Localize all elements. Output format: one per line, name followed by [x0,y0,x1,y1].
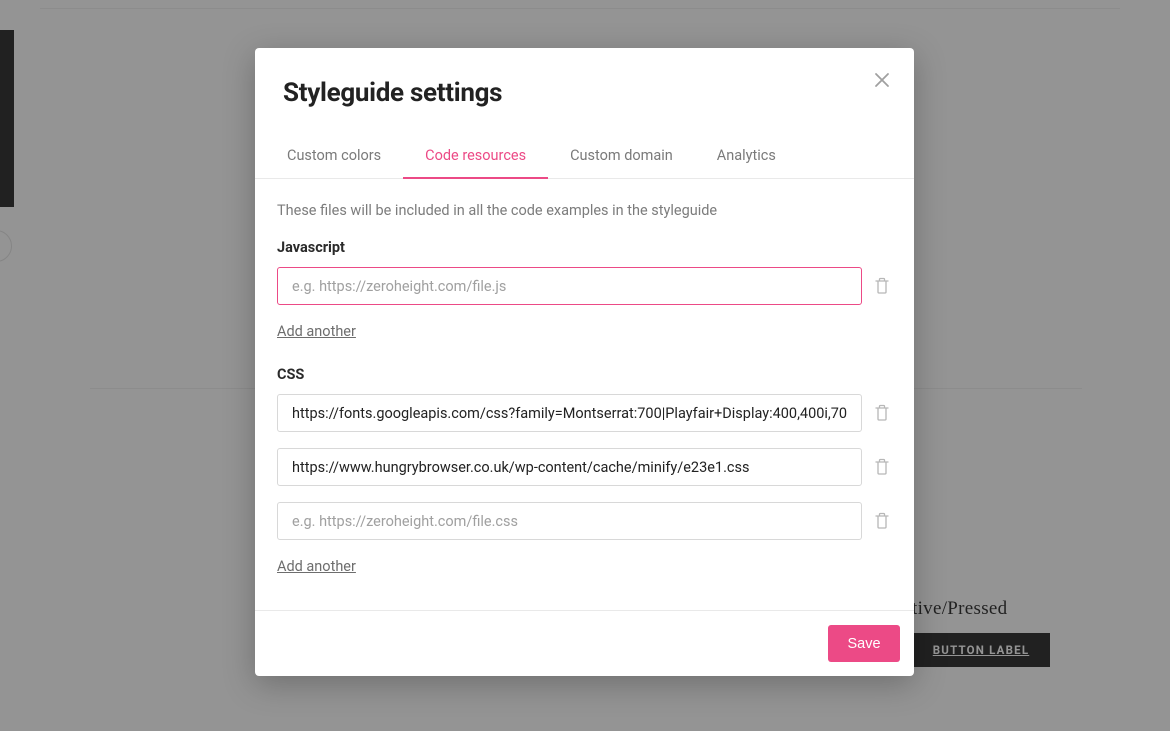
tab-custom-colors[interactable]: Custom colors [265,134,403,178]
css-url-input-2[interactable] [277,448,862,486]
js-url-input[interactable] [277,267,862,305]
modal-tabs: Custom colors Code resources Custom doma… [255,134,914,179]
close-button[interactable] [869,67,895,93]
modal-body: These files will be included in all the … [255,179,914,610]
trash-icon [874,512,890,530]
modal-header: Styleguide settings [255,48,914,112]
css-section-label: CSS [277,366,892,383]
tab-custom-domain[interactable]: Custom domain [548,134,695,178]
add-another-js[interactable]: Add another [277,323,356,340]
trash-icon [874,404,890,422]
css-url-input-1[interactable] [277,394,862,432]
css-field-row-1 [277,394,892,432]
trash-icon [874,277,890,295]
css-url-input-3[interactable] [277,502,862,540]
css-field-row-3 [277,502,892,540]
trash-icon [874,458,890,476]
modal-footer: Save [255,610,914,676]
javascript-section-label: Javascript [277,239,892,256]
js-field-row [277,267,892,305]
delete-css-button-1[interactable] [872,402,892,424]
save-button[interactable]: Save [828,625,900,662]
tab-code-resources[interactable]: Code resources [403,134,548,178]
styleguide-settings-modal: Styleguide settings Custom colors Code r… [255,48,914,676]
code-resources-description: These files will be included in all the … [277,202,892,219]
close-icon [874,72,890,88]
tab-analytics[interactable]: Analytics [695,134,798,178]
delete-css-button-2[interactable] [872,456,892,478]
add-another-css[interactable]: Add another [277,558,356,575]
css-field-row-2 [277,448,892,486]
delete-css-button-3[interactable] [872,510,892,532]
modal-title: Styleguide settings [283,78,886,108]
delete-js-button[interactable] [872,275,892,297]
